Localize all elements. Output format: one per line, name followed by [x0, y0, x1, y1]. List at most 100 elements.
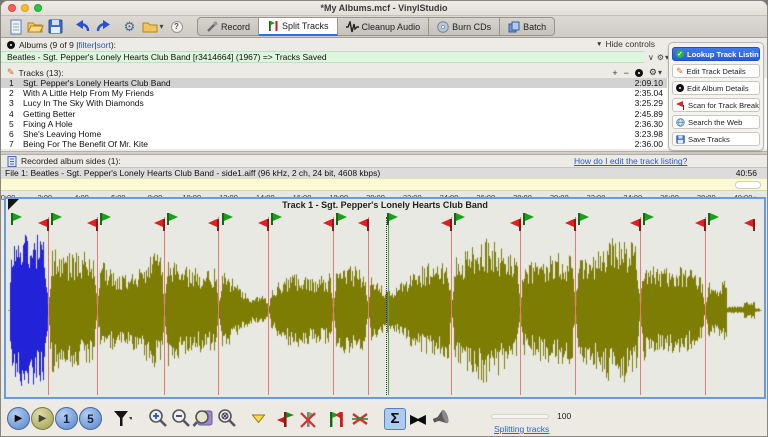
- trackbreak-end-flag[interactable]: [332, 219, 334, 231]
- trackbreak-end-flag[interactable]: [367, 219, 369, 231]
- selected-album[interactable]: Beatles - Sgt. Pepper's Lonely Hearts Cl…: [1, 51, 644, 63]
- trackbreak-line[interactable]: [268, 217, 269, 395]
- trackbreak-end-flag[interactable]: [47, 219, 49, 231]
- trackbreak-end-flag[interactable]: [163, 219, 165, 231]
- lookup-track-listing-button[interactable]: ✓Lookup Track Listing: [672, 47, 760, 61]
- tab-batch[interactable]: Batch: [500, 17, 555, 36]
- trackbreak-line[interactable]: [705, 217, 706, 395]
- trackbreak-start-flag[interactable]: [222, 213, 224, 225]
- trackbreak-end-flag[interactable]: [450, 219, 452, 231]
- renumber-trackbreak-button[interactable]: [326, 408, 348, 430]
- edit-track-details-button[interactable]: ✎Edit Track Details: [672, 64, 760, 78]
- track-row[interactable]: 4Getting Better2:45.89: [1, 109, 667, 119]
- trackbreak-end-flag[interactable]: [704, 219, 706, 231]
- trackbreak-line[interactable]: [164, 217, 165, 395]
- trackbreak-line[interactable]: [640, 217, 641, 395]
- delete-trackbreak-button[interactable]: [297, 408, 319, 430]
- zoom-out-button[interactable]: [169, 408, 191, 430]
- recorded-file-row[interactable]: File 1: Beatles - Sgt. Pepper's Lonely H…: [1, 167, 767, 178]
- settings-button[interactable]: ⚙: [120, 18, 139, 36]
- trackbreak-end-flag[interactable]: [519, 219, 521, 231]
- save-tracks-button[interactable]: Save Tracks: [672, 132, 760, 146]
- help-button[interactable]: ?: [167, 18, 186, 36]
- needle-drop-dropdown[interactable]: [250, 408, 267, 430]
- filter-link[interactable]: filter: [78, 40, 94, 50]
- show-whole-side-button[interactable]: Σ: [384, 408, 406, 430]
- trackbreak-start-flag[interactable]: [643, 213, 645, 225]
- trackbreak-start-flag[interactable]: [100, 213, 102, 225]
- album-dropdown-button[interactable]: ∨: [648, 53, 654, 62]
- speaker-button[interactable]: [430, 408, 452, 430]
- trackbreak-line[interactable]: [97, 217, 98, 395]
- tab-split-tracks[interactable]: Split Tracks: [259, 17, 338, 36]
- overview-scroll-handle[interactable]: [735, 181, 761, 189]
- waveform-area[interactable]: [8, 212, 762, 395]
- trackbreak-line[interactable]: [451, 217, 452, 395]
- track-row[interactable]: 1Sgt. Pepper's Lonely Hearts Club Band2:…: [1, 78, 667, 88]
- trackbreak-start-flag[interactable]: [708, 213, 710, 225]
- trackbreak-line[interactable]: [575, 217, 576, 395]
- track-row[interactable]: 5Fixing A Hole2:36.30: [1, 119, 667, 129]
- play-5-seconds-button[interactable]: 5: [79, 407, 102, 430]
- play-position-marker[interactable]: [8, 199, 19, 210]
- trackbreak-start-flag[interactable]: [271, 213, 273, 225]
- trackbreak-end-flag[interactable]: [574, 219, 576, 231]
- trackbreak-line[interactable]: [218, 217, 219, 395]
- trackbreak-line[interactable]: [48, 217, 49, 395]
- play-1-second-button[interactable]: 1: [55, 407, 78, 430]
- zoom-reset-button[interactable]: [215, 408, 237, 430]
- volume-slider[interactable]: [491, 414, 549, 419]
- filter-button[interactable]: [111, 408, 133, 430]
- track-row[interactable]: 3Lucy In The Sky With Diamonds3:25.29: [1, 98, 667, 108]
- save-collection-button[interactable]: [46, 18, 65, 36]
- trackbreak-end-flag[interactable]: [639, 219, 641, 231]
- tab-cleanup-audio[interactable]: Cleanup Audio: [338, 17, 430, 36]
- trackbreak-start-flag[interactable]: [578, 213, 580, 225]
- tab-burn-cds[interactable]: Burn CDs: [429, 17, 500, 36]
- edit-album-details-button[interactable]: Edit Album Details: [672, 81, 760, 95]
- trackbreak-line[interactable]: [520, 217, 521, 395]
- snap-to-break-button[interactable]: ▶◀: [407, 408, 429, 430]
- hide-controls-toggle[interactable]: ▼ Hide controls: [596, 39, 655, 49]
- recordings-folder-button[interactable]: ▾: [140, 18, 166, 36]
- track-row[interactable]: 7Being For The Benefit Of Mr. Kite2:36.0…: [1, 139, 667, 149]
- edit-track-listing-help-link[interactable]: How do I edit the track listing?: [574, 156, 687, 166]
- cursor-start-flag[interactable]: [387, 213, 389, 225]
- track-row[interactable]: 2With A Little Help From My Friends2:35.…: [1, 88, 667, 98]
- zoom-in-button[interactable]: [146, 408, 168, 430]
- waveform-panel[interactable]: Track 1 - Sgt. Pepper's Lonely Hearts Cl…: [4, 197, 766, 399]
- track-row[interactable]: 6She's Leaving Home3:23.98: [1, 129, 667, 139]
- splitting-tracks-link[interactable]: Splitting tracks: [494, 424, 549, 434]
- trackbreak-start-flag[interactable]: [336, 213, 338, 225]
- position-cursor[interactable]: [386, 217, 387, 395]
- tab-record[interactable]: Record: [197, 17, 259, 36]
- play-track-button[interactable]: ▶: [31, 407, 54, 430]
- play-button[interactable]: ▶: [7, 407, 30, 430]
- trackbreak-start-flag[interactable]: [454, 213, 456, 225]
- sort-link[interactable]: sort: [97, 40, 111, 50]
- record-icon-button[interactable]: [635, 69, 643, 77]
- trackbreak-end-flag[interactable]: [217, 219, 219, 231]
- track-start-flag[interactable]: [11, 213, 13, 225]
- add-track-button[interactable]: +: [612, 68, 617, 78]
- track-end-flag[interactable]: [753, 219, 755, 231]
- search-the-web-button[interactable]: Search the Web: [672, 115, 760, 129]
- remove-track-button[interactable]: −: [624, 68, 629, 78]
- trackbreak-line[interactable]: [368, 217, 369, 395]
- open-collection-button[interactable]: [26, 18, 45, 36]
- trackbreak-start-flag[interactable]: [51, 213, 53, 225]
- trackbreak-start-flag[interactable]: [167, 213, 169, 225]
- redo-button[interactable]: [93, 18, 112, 36]
- overview-strip[interactable]: [1, 178, 767, 191]
- scan-for-track-breaks-button[interactable]: Scan for Track Breaks: [672, 98, 760, 112]
- clear-trackbreaks-button[interactable]: [349, 408, 371, 430]
- insert-trackbreak-button[interactable]: [274, 408, 296, 430]
- zoom-selection-button[interactable]: [192, 408, 214, 430]
- undo-button[interactable]: [73, 18, 92, 36]
- trackbreak-line[interactable]: [333, 217, 334, 395]
- new-collection-button[interactable]: [6, 18, 25, 36]
- trackbreak-end-flag[interactable]: [267, 219, 269, 231]
- tracks-gear-button[interactable]: ⚙▾: [649, 67, 662, 78]
- trackbreak-start-flag[interactable]: [523, 213, 525, 225]
- trackbreak-end-flag[interactable]: [96, 219, 98, 231]
